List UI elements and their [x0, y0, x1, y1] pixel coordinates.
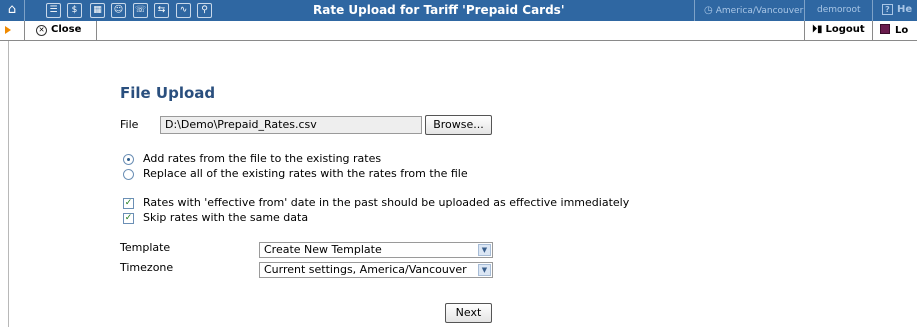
window-title: Rate Upload for Tariff 'Prepaid Cards' — [313, 3, 565, 17]
template-value: Create New Template — [264, 243, 382, 256]
lo-button[interactable]: Lo — [880, 24, 908, 36]
radio-label: Add rates from the file to the existing … — [143, 152, 382, 165]
file-path-input[interactable]: D:\Demo\Prepaid_Rates.csv — [160, 116, 422, 134]
help-label: He — [897, 4, 913, 15]
clock-icon: ◷ — [704, 5, 713, 16]
list-icon[interactable]: ☰ — [46, 3, 61, 18]
radio-button[interactable] — [123, 154, 134, 165]
search-icon[interactable]: ⚲ — [197, 3, 212, 18]
divider — [872, 21, 873, 41]
timezone-text: America/Vancouver — [715, 6, 804, 16]
toolbar: ✕ Close ⏵▮ Logout Lo — [0, 21, 917, 41]
file-label: File — [120, 118, 139, 131]
chevron-down-icon[interactable]: ▼ — [478, 264, 491, 276]
logout-button[interactable]: ⏵▮ Logout — [812, 24, 865, 35]
lo-label: Lo — [895, 25, 909, 36]
page-heading: File Upload — [120, 84, 216, 102]
radio-label: Replace all of the existing rates with t… — [143, 167, 468, 180]
close-button[interactable]: ✕ Close — [36, 24, 81, 36]
chart-icon[interactable]: ∿ — [176, 3, 191, 18]
timezone-link[interactable]: ◷ America/Vancouver — [704, 5, 803, 16]
divider — [694, 0, 695, 21]
checkbox-label: Rates with 'effective from' date in the … — [143, 196, 630, 209]
help-icon: ? — [882, 4, 893, 15]
checkbox-label: Skip rates with the same data — [143, 211, 309, 224]
checkbox[interactable]: ✓ — [123, 198, 134, 209]
divider — [24, 0, 25, 21]
timezone-value: Current settings, America/Vancouver — [264, 263, 467, 276]
title-bar: ⌂ ☰ $ ▦ ☺ ☏ ⇆ ∿ ⚲ Rate Upload for Tariff… — [0, 0, 917, 21]
book-icon — [880, 24, 890, 34]
chevron-down-icon[interactable]: ▼ — [478, 244, 491, 256]
home-icon[interactable]: ⌂ — [4, 2, 20, 18]
divider — [804, 21, 805, 41]
dollar-icon[interactable]: $ — [67, 3, 82, 18]
template-label: Template — [120, 241, 171, 254]
divider — [24, 21, 25, 41]
phone-icon[interactable]: ☏ — [133, 3, 148, 18]
timezone-label: Timezone — [120, 261, 174, 274]
help-link[interactable]: ? He — [882, 4, 912, 15]
user-name[interactable]: demoroot — [817, 5, 861, 15]
template-select[interactable]: Create New Template ▼ — [259, 242, 493, 258]
close-icon: ✕ — [36, 25, 47, 36]
logout-label: Logout — [825, 24, 865, 35]
radio-button[interactable] — [123, 169, 134, 180]
transfer-icon[interactable]: ⇆ — [154, 3, 169, 18]
grid-icon[interactable]: ▦ — [90, 3, 105, 18]
close-label: Close — [51, 24, 82, 35]
divider — [872, 0, 873, 21]
divider — [96, 21, 97, 41]
next-button[interactable]: Next — [445, 303, 492, 323]
browse-button[interactable]: Browse... — [425, 115, 492, 135]
timezone-select[interactable]: Current settings, America/Vancouver ▼ — [259, 262, 493, 278]
divider — [804, 0, 805, 21]
checkbox[interactable]: ✓ — [123, 213, 134, 224]
logout-icon: ⏵▮ — [812, 24, 823, 35]
person-icon[interactable]: ☺ — [111, 3, 126, 18]
play-arrow-icon — [5, 26, 11, 34]
